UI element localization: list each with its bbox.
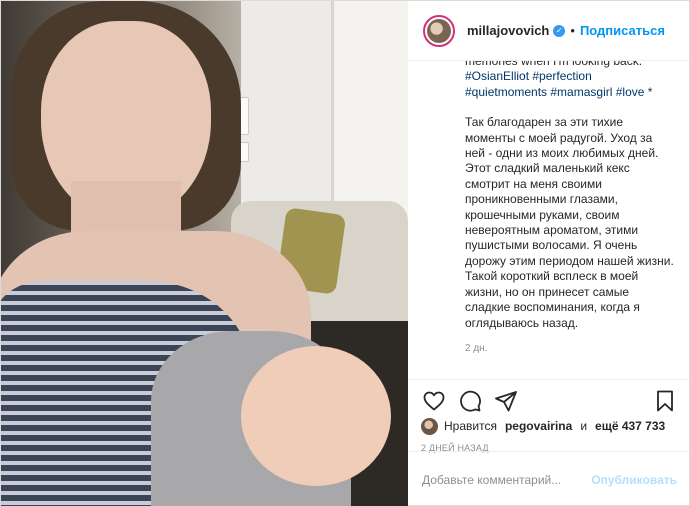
caption-area: memories when I'm looking back. #OsianEl… [408,61,690,378]
instagram-post: millajovovich ✓ • Подписаться memories w… [0,0,690,506]
caption-time: 2 дн. [465,342,488,354]
bookmark-icon[interactable] [653,389,677,413]
liker-avatar[interactable] [421,417,438,435]
comment-box: Опубликовать [408,451,690,506]
likes-joiner: и [580,419,588,433]
caption-text: Так благодарен за эти тихие моменты с мо… [465,115,674,330]
follow-button[interactable]: Подписаться [580,23,665,38]
verified-check-icon: ✓ [553,24,566,37]
avatar[interactable] [423,14,455,47]
heart-icon[interactable] [422,389,446,413]
comment-icon[interactable] [458,389,482,413]
username-link[interactable]: millajovovich [467,23,549,38]
separator-dot: • [570,23,575,38]
post-photo[interactable] [1,1,408,506]
likes-prefix: Нравится [444,419,497,433]
hashtags[interactable]: #OsianElliot #perfection #quietmoments #… [465,69,675,100]
liker-username[interactable]: pegovairina [505,419,572,433]
share-icon[interactable] [494,389,518,413]
likes-count[interactable]: ещё 437 733 [595,419,665,433]
post-header: millajovovich ✓ • Подписаться [408,1,690,61]
caption-cut-line: memories when I'm looking back. [465,61,643,68]
publish-button[interactable]: Опубликовать [591,473,677,487]
action-bar [408,379,690,421]
comment-input[interactable] [422,472,592,487]
likes-line: Нравится pegovairina и ещё 437 733 [421,416,665,436]
